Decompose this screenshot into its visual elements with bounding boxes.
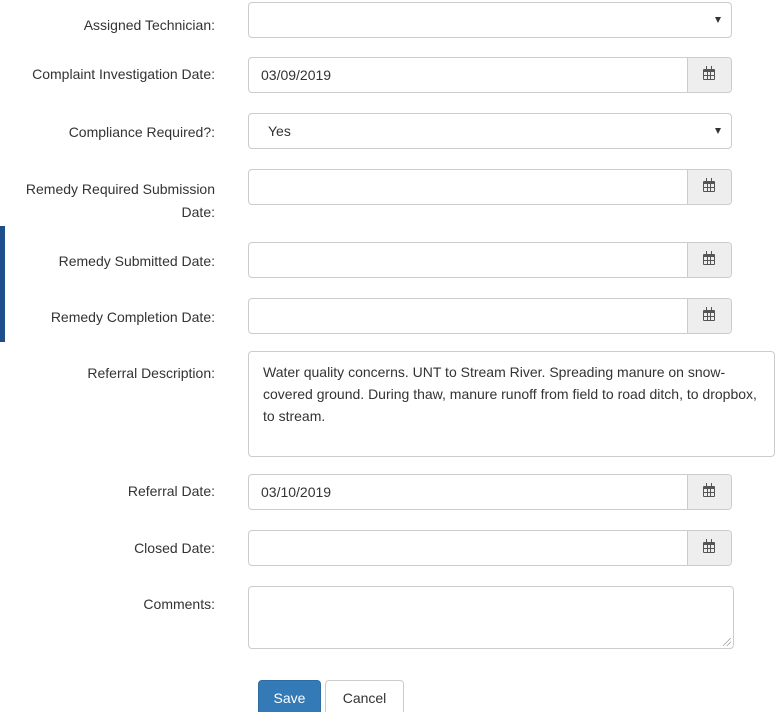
referral-date-label: Referral Date: [127,483,215,499]
date-picker-button[interactable] [687,299,731,333]
referral-date-field[interactable]: 03/10/2019 [248,474,732,510]
form-page: Assigned Technician: Complaint Investiga… [0,0,775,712]
calendar-icon [703,66,715,80]
remedy-required-submission-date-field[interactable] [248,169,732,205]
remedy-required-submission-date-label-line2: Date: [181,204,215,220]
assigned-technician-select[interactable] [248,2,732,38]
comments-textarea[interactable] [248,586,734,649]
comments-label: Comments: [143,596,215,612]
resize-handle-icon[interactable] [723,638,731,646]
date-picker-button[interactable] [687,58,731,92]
date-picker-button[interactable] [687,475,731,509]
calendar-icon [703,307,715,321]
compliance-required-select[interactable]: Yes [248,113,732,149]
calendar-icon [703,483,715,497]
referral-description-label: Referral Description: [87,365,215,381]
remedy-submitted-date-field[interactable] [248,242,732,278]
remedy-submitted-date-label: Remedy Submitted Date: [58,253,215,269]
remedy-completion-date-field[interactable] [248,298,732,334]
referral-description-text: Water quality concerns. UNT to Stream Ri… [263,364,761,424]
calendar-icon [703,178,715,192]
compliance-required-label: Compliance Required?: [68,124,215,140]
date-picker-button[interactable] [687,531,731,565]
referral-description-textarea[interactable]: Water quality concerns. UNT to Stream Ri… [248,351,775,457]
date-picker-button[interactable] [687,243,731,277]
calendar-icon [703,251,715,265]
caret-down-icon [715,17,721,23]
assigned-technician-label: Assigned Technician: [83,17,215,33]
closed-date-field[interactable] [248,530,732,566]
side-tab[interactable] [0,226,5,342]
complaint-investigation-date-value: 03/09/2019 [261,67,332,83]
complaint-investigation-date-field[interactable]: 03/09/2019 [248,57,732,93]
date-picker-button[interactable] [687,170,731,204]
save-button[interactable]: Save [258,680,321,712]
closed-date-label: Closed Date: [134,540,215,556]
remedy-required-submission-date-label-line1: Remedy Required Submission [25,181,215,197]
compliance-required-value: Yes [268,123,291,139]
caret-down-icon [715,128,721,134]
remedy-completion-date-label: Remedy Completion Date: [50,309,215,325]
calendar-icon [703,539,715,553]
referral-date-value: 03/10/2019 [261,484,332,500]
cancel-button[interactable]: Cancel [325,680,404,712]
complaint-investigation-date-label: Complaint Investigation Date: [32,66,215,82]
remedy-required-submission-date-label: Remedy Required Submission Date: [26,178,215,224]
